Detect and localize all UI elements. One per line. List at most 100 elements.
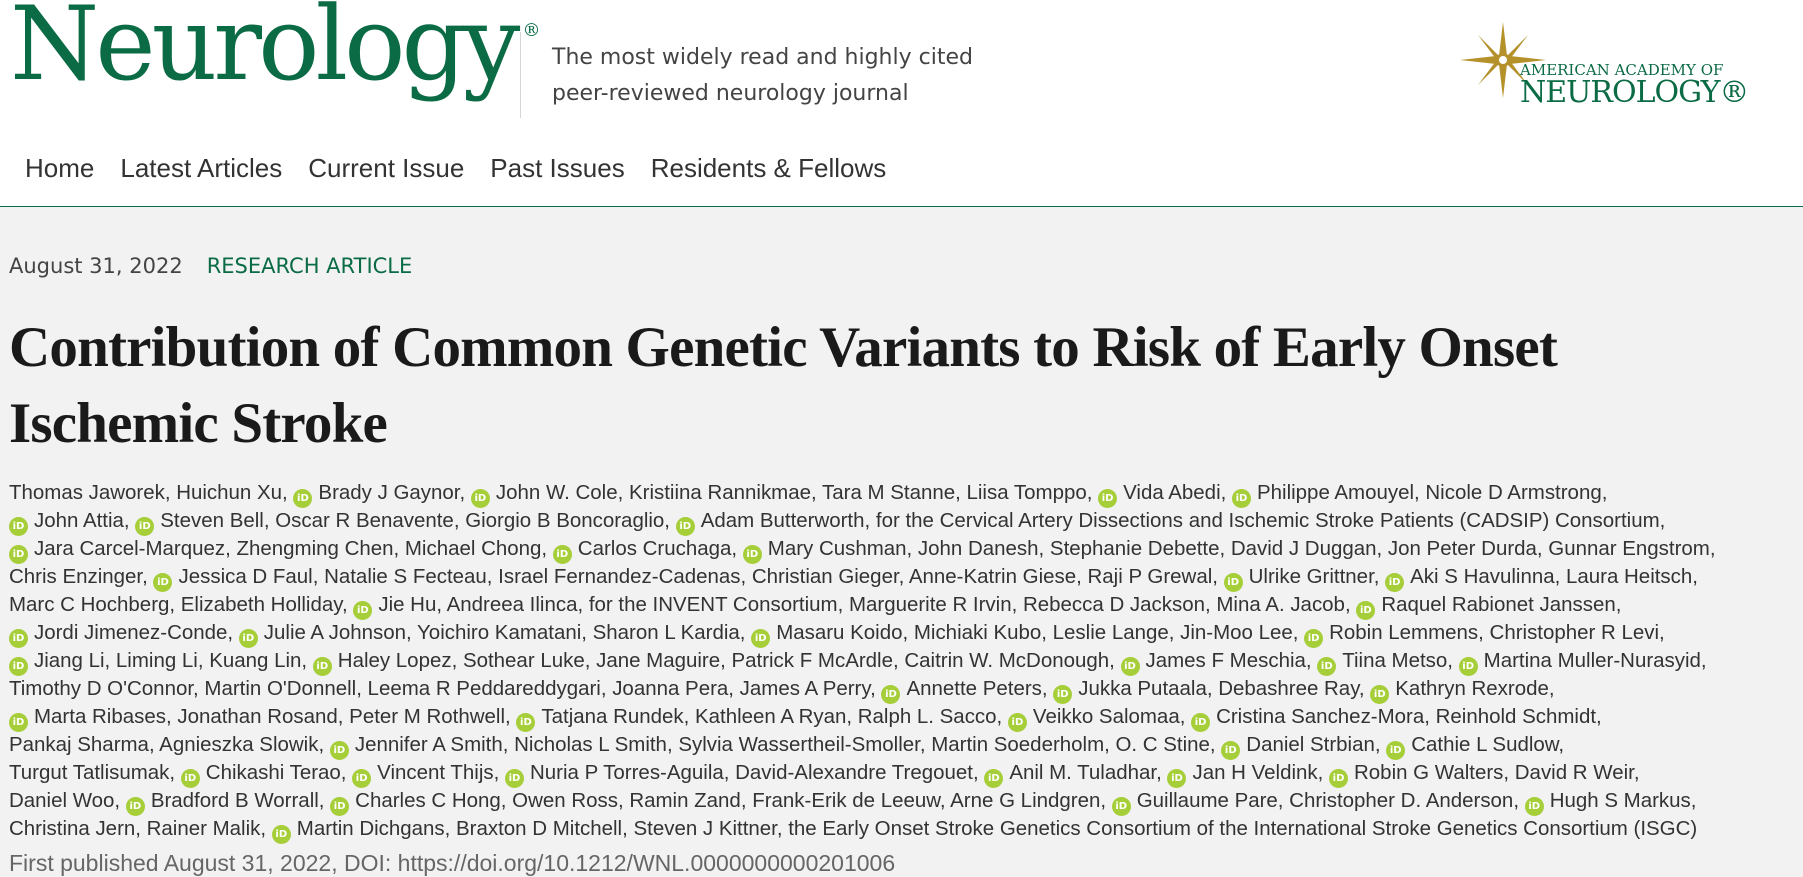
author-names[interactable]: Ulrike Grittner, (1249, 565, 1385, 588)
orcid-icon[interactable]: iD (1221, 741, 1241, 760)
orcid-icon[interactable]: iD (1370, 685, 1390, 704)
orcid-icon[interactable]: iD (312, 657, 332, 676)
orcid-icon[interactable]: iD (1007, 713, 1027, 732)
orcid-icon[interactable]: iD (1386, 741, 1406, 760)
orcid-icon[interactable]: iD (1191, 713, 1211, 732)
author-names[interactable]: Martina Muller-Nurasyid, (1484, 649, 1707, 672)
author-names[interactable]: Jie Hu, Andreea Ilinca, for the INVENT C… (378, 593, 1356, 616)
orcid-icon[interactable]: iD (1167, 769, 1187, 788)
author-names[interactable]: Charles C Hong, Owen Ross, Ramin Zand, F… (355, 789, 1112, 812)
author-names[interactable]: John W. Cole, Kristiina Rannikmae, Tara … (496, 481, 1098, 504)
orcid-icon[interactable]: iD (470, 489, 490, 508)
orcid-icon[interactable]: iD (984, 769, 1004, 788)
nav-home[interactable]: Home (12, 148, 107, 188)
orcid-icon[interactable]: iD (1098, 489, 1118, 508)
orcid-icon[interactable]: iD (1356, 601, 1376, 620)
orcid-icon[interactable]: iD (353, 601, 373, 620)
author-names[interactable]: Mary Cushman, John Danesh, Stephanie Deb… (768, 537, 1716, 560)
author-names[interactable]: Masaru Koido, Michiaki Kubo, Leslie Lang… (776, 621, 1304, 644)
orcid-icon[interactable]: iD (125, 797, 145, 816)
author-names[interactable]: Raquel Rabionet Janssen, (1381, 593, 1621, 616)
orcid-icon[interactable]: iD (1120, 657, 1140, 676)
author-names[interactable]: Philippe Amouyel, Nicole D Armstrong, (1257, 481, 1607, 504)
author-names[interactable]: Anil M. Tuladhar, (1009, 761, 1167, 784)
nav-past-issues[interactable]: Past Issues (477, 148, 637, 188)
author-names[interactable]: Daniel Woo, (9, 789, 126, 812)
author-names[interactable]: Guillaume Pare, Christopher D. Anderson, (1137, 789, 1525, 812)
author-names[interactable]: Martin Dichgans, Braxton D Mitchell, Ste… (297, 817, 1697, 840)
author-names[interactable]: Vida Abedi, (1123, 481, 1232, 504)
author-names[interactable]: Robin G Walters, David R Weir, (1354, 761, 1640, 784)
author-names[interactable]: Chris Enzinger, (9, 565, 153, 588)
author-names[interactable]: Annette Peters, (906, 677, 1053, 700)
orcid-icon[interactable]: iD (1223, 573, 1243, 592)
orcid-icon[interactable]: iD (1111, 797, 1131, 816)
author-names[interactable]: Robin Lemmens, Christopher R Levi, (1329, 621, 1665, 644)
author-names[interactable]: Tiina Metso, (1342, 649, 1458, 672)
orcid-icon[interactable]: iD (1524, 797, 1544, 816)
author-names[interactable]: Carlos Cruchaga, (578, 537, 743, 560)
orcid-icon[interactable]: iD (9, 517, 28, 536)
orcid-icon[interactable]: iD (238, 629, 258, 648)
author-names[interactable]: Tatjana Rundek, Kathleen A Ryan, Ralph L… (541, 705, 1008, 728)
author-names[interactable]: John Attia, (34, 509, 135, 532)
orcid-icon[interactable]: iD (153, 573, 173, 592)
author-names[interactable]: Bradford B Worrall, (151, 789, 330, 812)
orcid-icon[interactable]: iD (552, 545, 572, 564)
author-names[interactable]: Chikashi Terao, (206, 761, 352, 784)
orcid-icon[interactable]: iD (135, 517, 155, 536)
neurology-logo[interactable]: Neurology ® (10, 0, 540, 96)
author-names[interactable]: Haley Lopez, Sothear Luke, Jane Maguire,… (338, 649, 1121, 672)
orcid-icon[interactable]: iD (504, 769, 524, 788)
author-names[interactable]: Jennifer A Smith, Nicholas L Smith, Sylv… (355, 733, 1221, 756)
author-names[interactable]: Vincent Thijs, (377, 761, 505, 784)
author-names[interactable]: Brady J Gaynor, (318, 481, 470, 504)
orcid-icon[interactable]: iD (9, 713, 28, 732)
author-names[interactable]: Timothy D O'Connor, Martin O'Donnell, Le… (9, 677, 881, 700)
orcid-icon[interactable]: iD (881, 685, 901, 704)
orcid-icon[interactable]: iD (742, 545, 762, 564)
orcid-icon[interactable]: iD (352, 769, 372, 788)
author-names[interactable]: Hugh S Markus, (1550, 789, 1697, 812)
author-names[interactable]: Cathie L Sudlow, (1411, 733, 1564, 756)
orcid-icon[interactable]: iD (516, 713, 536, 732)
author-names[interactable]: James F Meschia, (1146, 649, 1318, 672)
author-names[interactable]: Jessica D Faul, Natalie S Fecteau, Israe… (178, 565, 1223, 588)
orcid-icon[interactable]: iD (271, 825, 291, 844)
author-names[interactable]: Jiang Li, Liming Li, Kuang Lin, (34, 649, 313, 672)
author-names[interactable]: Jara Carcel-Marquez, Zhengming Chen, Mic… (34, 537, 553, 560)
orcid-icon[interactable]: iD (9, 545, 28, 564)
orcid-icon[interactable]: iD (1385, 573, 1405, 592)
orcid-icon[interactable]: iD (675, 517, 695, 536)
orcid-icon[interactable]: iD (9, 629, 28, 648)
author-names[interactable]: Marc C Hochberg, Elizabeth Holliday, (9, 593, 353, 616)
author-names[interactable]: Steven Bell, Oscar R Benavente, Giorgio … (160, 509, 675, 532)
article-type-label[interactable]: RESEARCH ARTICLE (207, 254, 413, 278)
author-names[interactable]: Julie A Johnson, Yoichiro Kamatani, Shar… (264, 621, 751, 644)
author-names[interactable]: Daniel Strbian, (1246, 733, 1386, 756)
author-names[interactable]: Thomas Jaworek, Huichun Xu, (9, 481, 293, 504)
aan-logo[interactable]: AMERICAN ACADEMY OF NEUROLOGY® (1458, 20, 1749, 120)
author-names[interactable]: Turgut Tatlisumak, (9, 761, 181, 784)
orcid-icon[interactable]: iD (1329, 769, 1349, 788)
orcid-icon[interactable]: iD (9, 657, 28, 676)
author-names[interactable]: Nuria P Torres-Aguila, David-Alexandre T… (530, 761, 984, 784)
author-names[interactable]: Jordi Jimenez-Conde, (34, 621, 239, 644)
author-names[interactable]: Veikko Salomaa, (1033, 705, 1191, 728)
doi-link[interactable]: https://doi.org/10.1212/WNL.000000000020… (398, 850, 895, 876)
author-names[interactable]: Adam Butterworth, for the Cervical Arter… (701, 509, 1666, 532)
orcid-icon[interactable]: iD (1458, 657, 1478, 676)
orcid-icon[interactable]: iD (1304, 629, 1324, 648)
orcid-icon[interactable]: iD (1053, 685, 1073, 704)
author-names[interactable]: Jukka Putaala, Debashree Ray, (1078, 677, 1370, 700)
author-names[interactable]: Cristina Sanchez-Mora, Reinhold Schmidt, (1216, 705, 1602, 728)
orcid-icon[interactable]: iD (293, 489, 313, 508)
nav-current-issue[interactable]: Current Issue (295, 148, 477, 188)
orcid-icon[interactable]: iD (330, 797, 350, 816)
author-names[interactable]: Christina Jern, Rainer Malik, (9, 817, 272, 840)
author-names[interactable]: Aki S Havulinna, Laura Heitsch, (1410, 565, 1698, 588)
nav-residents-fellows[interactable]: Residents & Fellows (638, 148, 900, 188)
orcid-icon[interactable]: iD (180, 769, 200, 788)
orcid-icon[interactable]: iD (329, 741, 349, 760)
orcid-icon[interactable]: iD (1317, 657, 1337, 676)
